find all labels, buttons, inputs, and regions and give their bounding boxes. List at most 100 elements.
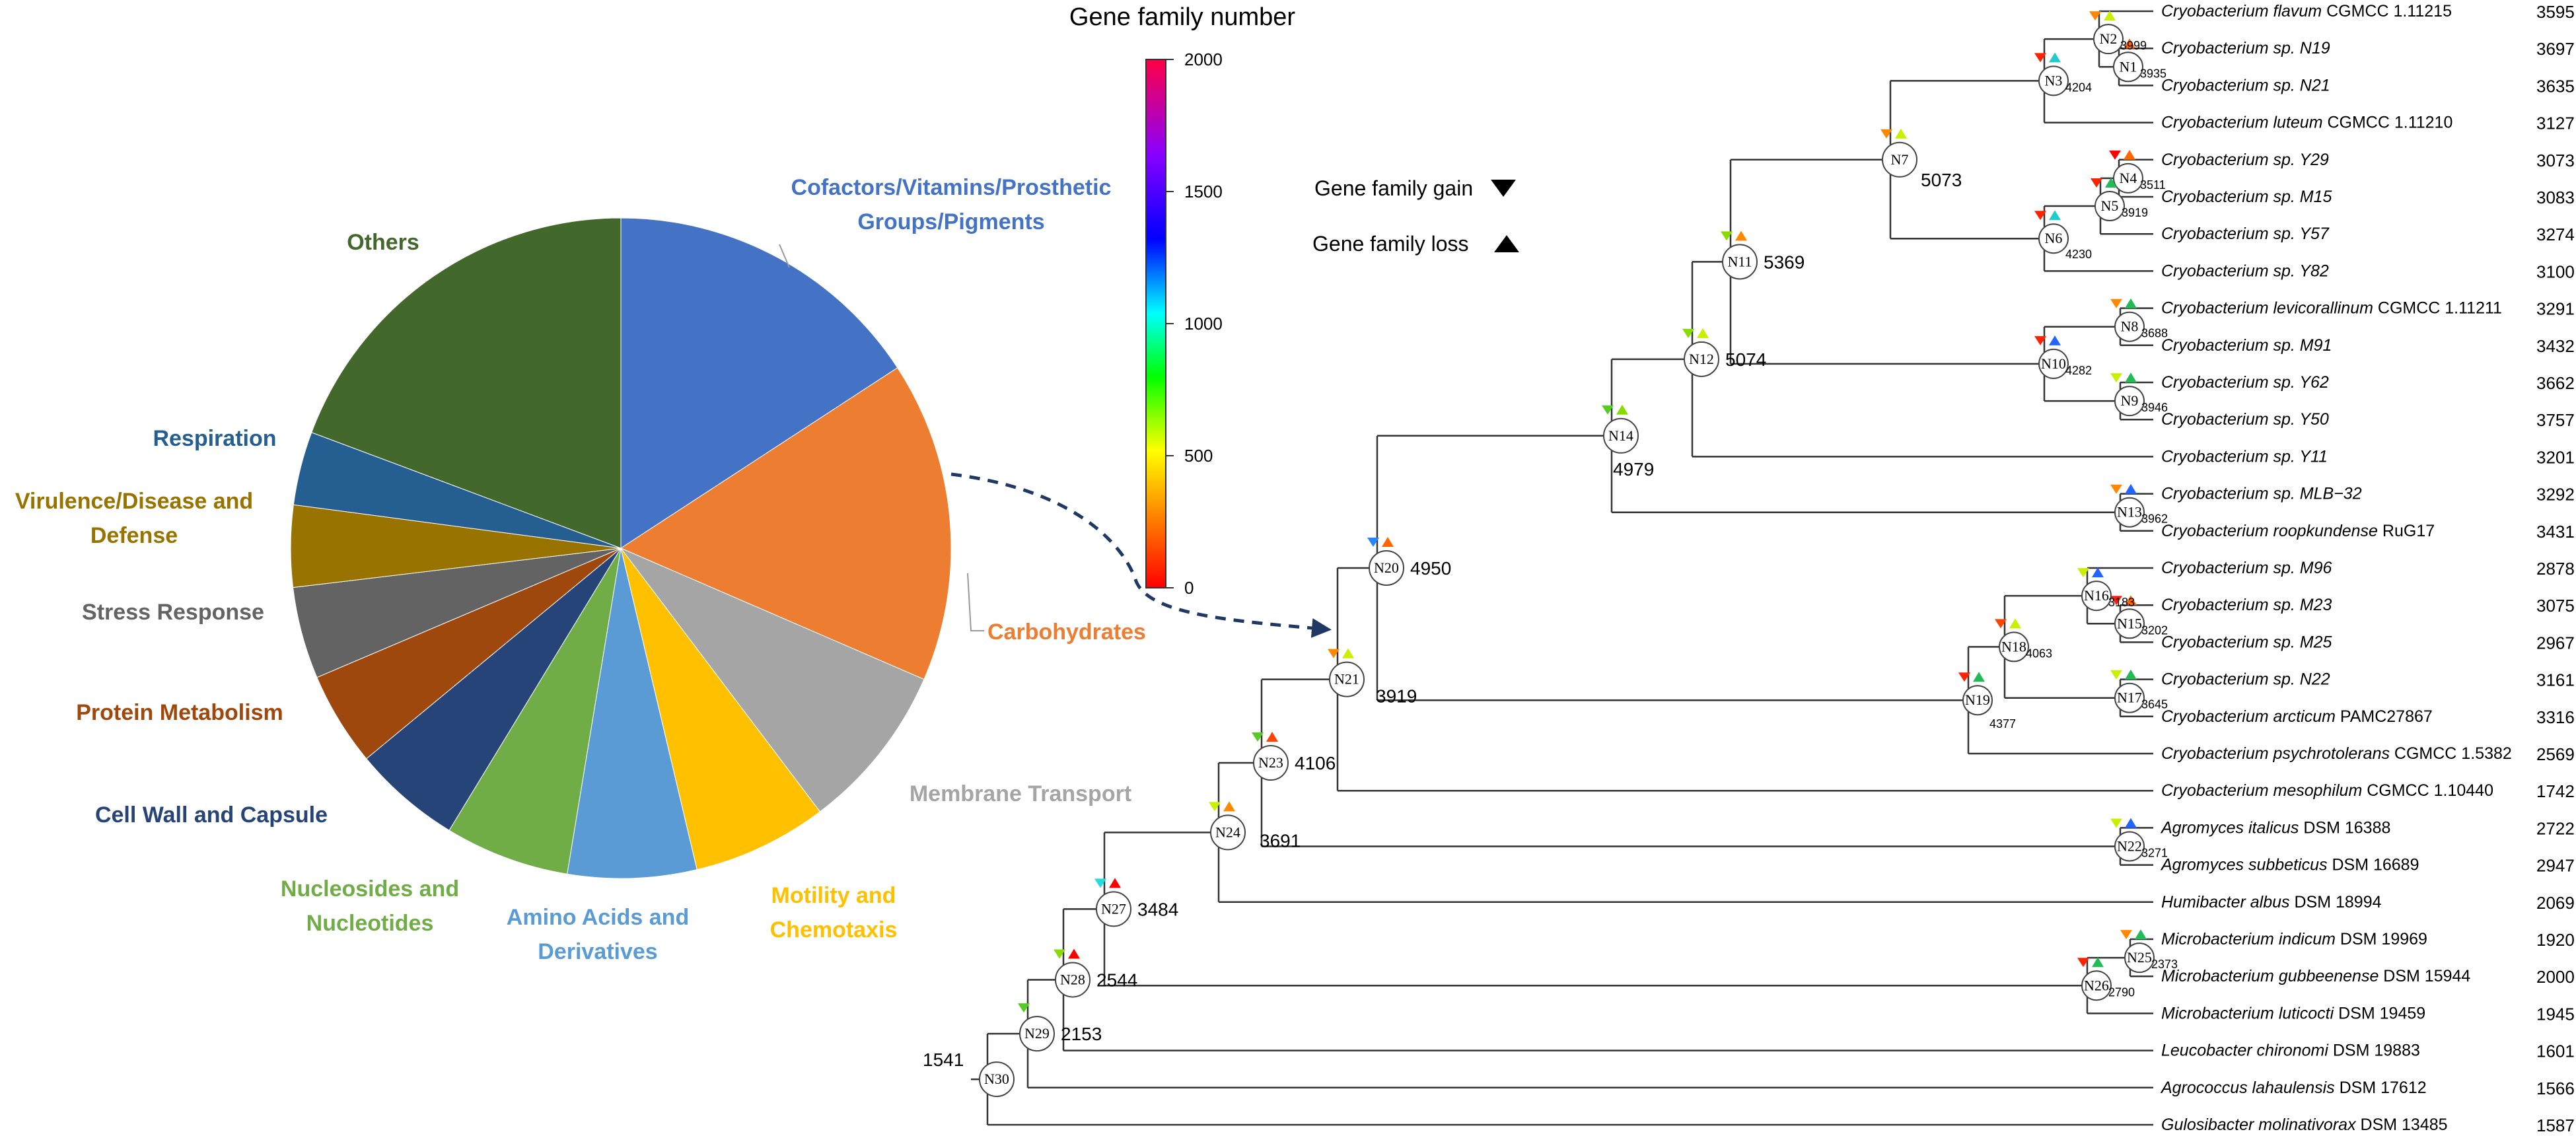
tree-node-label: N23 [1258, 754, 1283, 771]
tip-label: Cryobacterium sp. M91 [2161, 336, 2332, 355]
tip-gene-count: 3073 [2536, 151, 2575, 170]
tree-node-label: N5 [2101, 197, 2119, 214]
tree-node-label: N26 [2084, 977, 2109, 993]
tip-label: Cryobacterium sp. N19 [2161, 39, 2330, 57]
pie-chart: Cofactors/Vitamins/Prosthetic Groups/Pigm… [15, 175, 1146, 964]
tree-node-count: 3688 [2141, 327, 2168, 340]
tree-node-label: N10 [2041, 355, 2066, 372]
tip-gene-count: 3075 [2536, 596, 2575, 616]
tree-node-label: N8 [2121, 318, 2139, 335]
tip-gene-count: 2069 [2536, 893, 2575, 913]
tip-gene-count: 1742 [2536, 781, 2575, 801]
tip-label: Microbacterium gubbeenense DSM 15944 [2161, 967, 2470, 985]
loss-triangle [2125, 373, 2137, 383]
tip-label: Cryobacterium sp. M96 [2161, 559, 2332, 577]
colorbar-gradient [1145, 59, 1166, 588]
tree-node-count: 4282 [2065, 364, 2092, 377]
tip-gene-count: 2947 [2536, 856, 2575, 876]
tree-node-label: N20 [1374, 559, 1399, 576]
loss-triangle [2125, 669, 2137, 680]
tree-node-count: 4377 [1989, 717, 2016, 730]
loss-triangle [2049, 335, 2061, 345]
tip-label: Agromyces italicus DSM 16388 [2160, 818, 2390, 837]
connector-arrow [950, 472, 1332, 638]
loss-triangle [2049, 52, 2061, 63]
tip-label: Cryobacterium mesophilum CGMCC 1.10440 [2161, 781, 2493, 800]
tree-node-count: 3962 [2141, 513, 2168, 526]
legend-loss-symbol [1494, 235, 1519, 252]
tip-label: Leucobacter chironomi DSM 19883 [2161, 1042, 2420, 1060]
tree-node-count: 3999 [2120, 39, 2147, 52]
tip-gene-count: 1920 [2536, 930, 2575, 950]
pie-label-motility-and-chemotaxis: Motility and Chemotaxis [770, 883, 898, 942]
tree-node-count: 3935 [2140, 67, 2166, 80]
tree-node-label: N21 [1334, 671, 1359, 688]
loss-triangle [2124, 149, 2135, 160]
gain-triangle [2109, 150, 2121, 160]
tip-gene-count: 1601 [2536, 1042, 2575, 1061]
loss-triangle [1382, 537, 1394, 547]
loss-triangle [2049, 210, 2061, 221]
tip-gene-count: 3292 [2536, 485, 2575, 505]
tip-label: Cryobacterium sp. M15 [2161, 188, 2332, 206]
loss-triangle [2104, 11, 2116, 21]
tree-node-count: 3484 [1137, 899, 1178, 919]
tip-gene-count: 1945 [2536, 1004, 2575, 1024]
tip-gene-count: 3757 [2536, 410, 2575, 430]
gain-triangle [2120, 930, 2132, 940]
legend-gain-label: Gene family gain [1314, 176, 1473, 200]
tip-label: Cryobacterium arcticum PAMC27867 [2161, 707, 2433, 726]
tree-node-label: N14 [1608, 427, 1633, 444]
pie-label-virulence-disease-and-defense: Virulence/Disease and Defense [15, 489, 253, 548]
tip-gene-count: 2569 [2536, 744, 2575, 764]
tree-node-label: N13 [2117, 504, 2142, 520]
tip-label: Microbacterium indicum DSM 19969 [2161, 930, 2427, 948]
tip-gene-count: 3697 [2536, 39, 2575, 59]
tree-node-label: N3 [2045, 72, 2063, 89]
tip-gene-count: 3432 [2536, 336, 2575, 356]
tree-node-label: N18 [2001, 638, 2026, 655]
loss-triangle [1068, 948, 1080, 959]
tip-gene-count: 3635 [2536, 76, 2575, 96]
tree-node-count: 3691 [1260, 830, 1301, 851]
tree-node-label: N9 [2121, 392, 2139, 409]
tree-node-count: 5369 [1764, 252, 1805, 272]
tree-node-label: N30 [984, 1071, 1009, 1087]
tip-label: Cryobacterium sp. N22 [2161, 670, 2330, 689]
loss-triangle [1223, 801, 1235, 812]
gain-triangle [2110, 818, 2122, 828]
loss-triangle [1895, 128, 1907, 139]
pie-label-amino-acids-and-derivatives: Amino Acids and Derivatives [507, 905, 689, 964]
pie-label-carbohydrates: Carbohydrates [987, 620, 1146, 645]
tree-node-label: N16 [2084, 587, 2109, 604]
tip-gene-count: 3274 [2536, 225, 2575, 244]
gain-triangle [2110, 299, 2122, 308]
tip-gene-count: 2722 [2536, 818, 2575, 838]
tip-label: Cryobacterium sp. M25 [2161, 633, 2332, 651]
tip-label: Cryobacterium sp. Y57 [2161, 225, 2330, 243]
tip-gene-count: 2878 [2536, 559, 2575, 579]
loss-triangle [2125, 298, 2137, 308]
pie-label-protein-metabolism: Protein Metabolism [76, 700, 283, 725]
loss-triangle [1697, 328, 1709, 338]
tree-node-label: N25 [2127, 949, 2152, 966]
tree-node-count: 3202 [2141, 623, 2168, 637]
pie-label-cell-wall-and-capsule: Cell Wall and Capsule [95, 802, 328, 828]
loss-triangle [1109, 878, 1121, 888]
loss-triangle [1266, 732, 1278, 742]
tip-label: Agrococcus lahaulensis DSM 17612 [2160, 1079, 2427, 1097]
gain-triangle [2110, 373, 2122, 383]
tip-label: Cryobacterium sp. Y50 [2161, 410, 2329, 429]
loss-triangle [2092, 957, 2104, 968]
loss-triangle [2135, 929, 2147, 940]
tree-node-label: N6 [2045, 230, 2063, 246]
tip-gene-count: 3316 [2536, 707, 2575, 727]
tree-node-count: 4979 [1613, 459, 1654, 479]
tree-node-count: 4230 [2065, 248, 2092, 261]
tip-label: Cryobacterium sp. Y29 [2161, 151, 2329, 169]
tree-node-label: N4 [2120, 170, 2137, 186]
legend: Gene family gain Gene family loss [1312, 176, 1519, 256]
tip-label: Cryobacterium levicorallinum CGMCC 1.112… [2161, 299, 2502, 318]
tree-node-count: 2544 [1096, 970, 1137, 990]
tip-gene-count: 3291 [2536, 299, 2575, 319]
